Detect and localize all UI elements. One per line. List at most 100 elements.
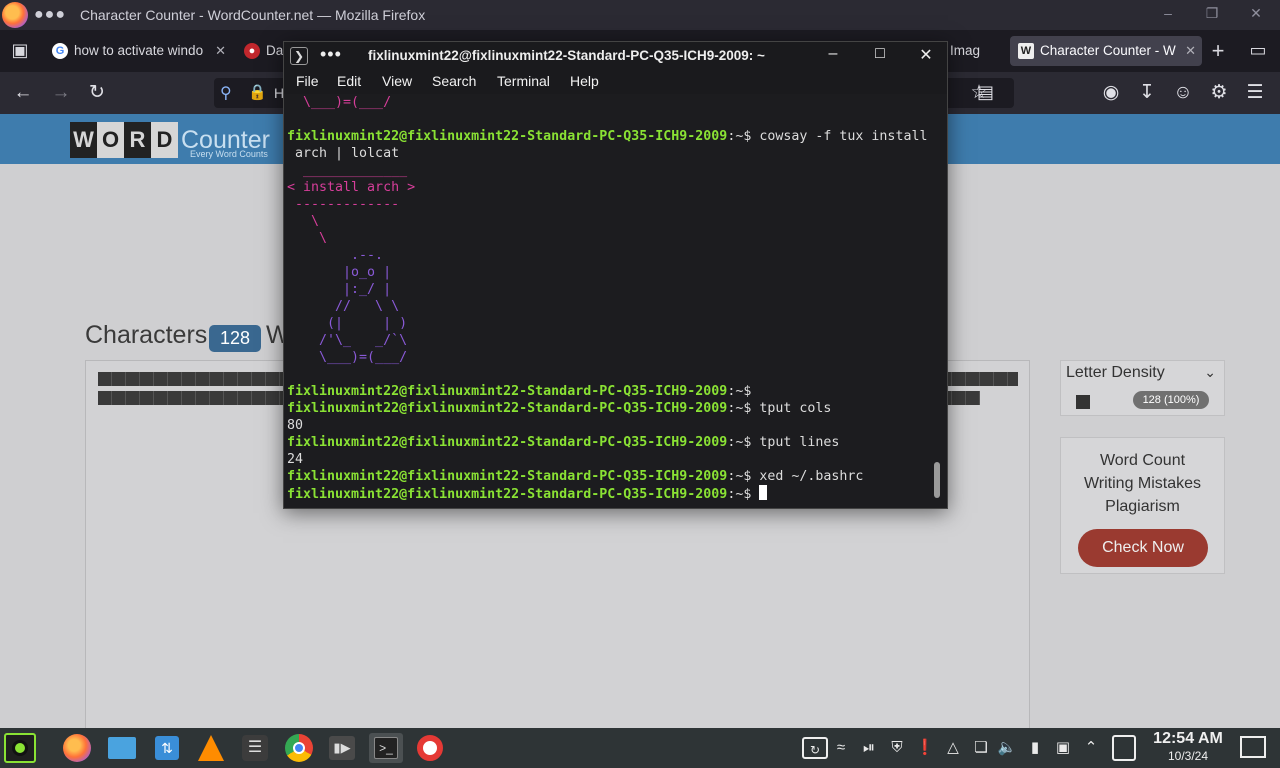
firefox-logo-icon <box>2 2 28 28</box>
terminal-line: fixlinuxmint22@fixlinuxmint22-Standard-P… <box>287 485 768 502</box>
terminal-line: \___)=(___/ <box>287 350 408 365</box>
menu-view[interactable]: View <box>382 73 412 89</box>
account-icon[interactable]: ☺ <box>1170 81 1196 105</box>
terminal-minimize-icon[interactable]: – <box>821 45 845 63</box>
file-transfer-icon[interactable]: ⇅ <box>152 733 182 763</box>
window-menu-dots-icon[interactable]: ●●● <box>34 6 66 24</box>
file-manager-icon[interactable] <box>107 733 137 763</box>
terminal-prompt: fixlinuxmint22@fixlinuxmint22-Standard-P… <box>287 401 728 416</box>
chrome-icon[interactable] <box>284 733 314 763</box>
new-tab-icon[interactable]: + <box>1206 38 1230 64</box>
terminal-line: < install arch > <box>287 180 416 195</box>
list-all-tabs-icon[interactable]: ▭ <box>1246 40 1270 61</box>
terminal-line: \ <box>287 214 320 229</box>
clipboard-icon[interactable]: ❏ <box>970 737 992 759</box>
bookmark-star-icon[interactable]: ☆ <box>966 81 992 105</box>
show-desktop-icon[interactable] <box>1240 736 1266 758</box>
tracking-shield-icon[interactable]: ⚲ <box>220 83 232 103</box>
tab-images[interactable]: Imag <box>950 36 992 66</box>
close-window-icon[interactable]: ✕ <box>1244 5 1268 22</box>
shield-icon[interactable]: ⛨ <box>886 737 908 759</box>
terminal-menubar: File Edit View Search Terminal Help <box>284 70 947 94</box>
phone-connect-icon[interactable] <box>1112 735 1136 761</box>
terminal-line: |:_/ | <box>287 282 392 297</box>
terminal-command: tput lines <box>751 435 840 450</box>
terminal-app-icon: ❯ <box>290 47 308 65</box>
vlc-icon[interactable] <box>196 733 226 763</box>
terminal-scrollbar[interactable] <box>934 462 940 498</box>
terminal-title: fixlinuxmint22@fixlinuxmint22-Standard-P… <box>368 48 765 63</box>
battery-icon[interactable]: ▮ <box>1024 737 1046 759</box>
lock-icon[interactable]: 🔒 <box>248 83 267 101</box>
pocket-icon[interactable]: ◉ <box>1098 81 1124 105</box>
tab-label: how to activate windo <box>74 43 204 58</box>
characters-label: Characters <box>85 321 208 349</box>
clock-date[interactable]: 10/3/24 <box>1148 749 1228 763</box>
settings-sliders-icon[interactable]: ☰ <box>240 733 270 763</box>
google-icon: G <box>52 43 68 60</box>
terminal-line: \ <box>287 231 328 246</box>
media-control-icon[interactable]: ⏯ <box>858 737 880 759</box>
terminal-line: fixlinuxmint22@fixlinuxmint22-Standard-P… <box>287 383 751 400</box>
menu-search[interactable]: Search <box>432 73 476 89</box>
start-menu-icon[interactable] <box>4 733 36 763</box>
terminal-close-icon[interactable]: ✕ <box>914 45 938 65</box>
help-lifebuoy-icon[interactable] <box>415 733 445 763</box>
terminal-line: 24 <box>287 452 304 467</box>
menu-edit[interactable]: Edit <box>337 73 361 89</box>
restore-icon[interactable]: ❐ <box>1200 5 1224 22</box>
menu-terminal[interactable]: Terminal <box>497 73 550 89</box>
menu-file[interactable]: File <box>296 73 319 89</box>
tab-character-counter[interactable]: W Character Counter - W ✕ <box>1010 36 1202 66</box>
terminal-titlebar[interactable]: ❯ ••• fixlinuxmint22@fixlinuxmint22-Stan… <box>284 42 947 70</box>
logo-tagline: Every Word Counts <box>190 149 268 159</box>
downloads-icon[interactable]: ↧ <box>1134 81 1160 105</box>
letter-swatch <box>1076 395 1090 409</box>
tab-close-icon[interactable]: ✕ <box>215 36 226 66</box>
back-icon[interactable]: ← <box>10 81 36 105</box>
wordcounter-logo[interactable]: W O R D Counter Every Word Counts <box>70 122 270 159</box>
extensions-icon[interactable]: ⚙ <box>1206 81 1232 105</box>
terminal-menu-dots-icon[interactable]: ••• <box>320 44 342 65</box>
letter-density-value: 128 (100%) <box>1133 391 1209 409</box>
chevron-down-icon[interactable]: ⌄ <box>1204 364 1216 381</box>
tab-close-icon[interactable]: ✕ <box>1185 36 1196 66</box>
network-icon[interactable]: ≈ <box>830 737 852 759</box>
terminal-output[interactable]: \___)=(___/ fixlinuxmint22@fixlinuxmint2… <box>287 94 932 508</box>
ad-line: Plagiarism <box>1105 498 1180 515</box>
media-player-icon[interactable]: ▮▶ <box>327 733 357 763</box>
terminal-cursor <box>759 485 768 500</box>
terminal-line: \___)=(___/ <box>287 95 392 110</box>
logo-letter: W <box>70 122 97 158</box>
terminal-line: fixlinuxmint22@fixlinuxmint22-Standard-P… <box>287 468 863 485</box>
tab-activate-windows[interactable]: Ghow to activate windo ✕ <box>52 36 232 66</box>
prompt-suffix: :~$ <box>727 469 752 484</box>
grammar-check-ad: Word Count Writing Mistakes Plagiarism C… <box>1060 437 1225 574</box>
update-manager-icon[interactable]: ↻ <box>802 737 828 759</box>
firefox-taskbar-icon[interactable] <box>62 733 92 763</box>
reload-icon[interactable]: ↻ <box>84 81 110 105</box>
terminal-line: 80 <box>287 418 304 433</box>
clock-time[interactable]: 12:54 AM <box>1148 730 1228 748</box>
terminal-line: (| | ) <box>287 316 408 331</box>
prompt-suffix: :~$ <box>727 401 752 416</box>
app-menu-icon[interactable]: ☰ <box>1242 81 1268 105</box>
check-now-button[interactable]: Check Now <box>1078 529 1208 567</box>
forward-icon[interactable]: → <box>48 81 74 105</box>
minimize-icon[interactable]: – <box>1156 5 1180 21</box>
tab-label: Character Counter - W <box>1040 43 1176 58</box>
terminal-command: xed ~/.bashrc <box>751 469 864 484</box>
terminal-taskbar-icon[interactable]: >_ <box>369 733 403 763</box>
tab-overview-icon[interactable]: ▣ <box>8 40 32 61</box>
display-icon[interactable]: ▣ <box>1052 737 1074 759</box>
terminal-window[interactable]: ❯ ••• fixlinuxmint22@fixlinuxmint22-Stan… <box>283 41 948 509</box>
terminal-maximize-icon[interactable]: □ <box>868 45 892 63</box>
volume-muted-icon[interactable]: 🔈 <box>996 737 1018 759</box>
vlc-tray-icon[interactable]: △ <box>942 737 964 759</box>
characters-count-badge: 128 <box>209 325 261 352</box>
clipboard-alert-icon[interactable]: ❗ <box>914 737 936 759</box>
tab-da[interactable]: ● Da <box>244 36 284 66</box>
chevron-up-icon[interactable]: ⌃ <box>1080 737 1102 759</box>
menu-help[interactable]: Help <box>570 73 599 89</box>
prompt-suffix: :~$ <box>727 435 752 450</box>
